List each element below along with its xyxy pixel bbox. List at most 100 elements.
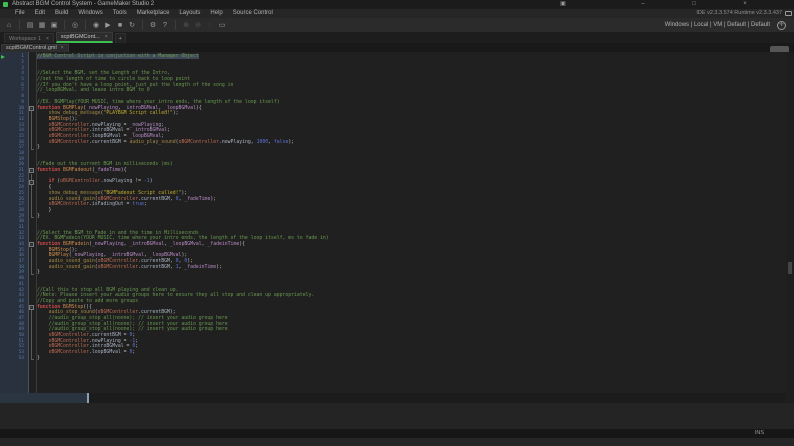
menu-item-layouts[interactable]: Layouts — [174, 9, 205, 18]
code-line[interactable]: 33 //EX. BGMFadein(YOUR MUSIC, time where… — [0, 236, 786, 242]
line-number[interactable]: 17 — [0, 145, 26, 150]
debug-icon[interactable]: ◉ — [91, 20, 102, 31]
code-line[interactable]: 39} — [0, 270, 786, 276]
line-number[interactable]: 34 — [0, 242, 26, 247]
line-number[interactable]: 25 — [0, 191, 26, 196]
workspace-tab-scptbgmcont-[interactable]: scptBGMCont... × — [55, 32, 113, 43]
home-icon[interactable]: ⌂ — [4, 20, 15, 31]
line-number[interactable]: 16 — [0, 140, 26, 145]
line-number[interactable]: 53 — [0, 350, 26, 355]
horizontal-scrollbar[interactable] — [0, 393, 786, 403]
code-line[interactable]: 9 //EX. BGMPlay(YOUR MUSIC, time where yo… — [0, 100, 786, 106]
fold-toggle-icon[interactable]: − — [29, 168, 34, 174]
line-number[interactable]: 9 — [0, 100, 26, 105]
line-number[interactable]: 39 — [0, 270, 26, 275]
layout-icon[interactable]: ▣ — [556, 0, 570, 9]
code-line[interactable]: 43 //Note: Please insert your audio group… — [0, 293, 786, 299]
new-project-icon[interactable]: ▤ — [25, 20, 36, 31]
clean-icon[interactable]: ↻ — [127, 20, 138, 31]
save-project-icon[interactable]: ▣ — [49, 20, 60, 31]
run-icon[interactable]: ▶ — [103, 20, 114, 31]
document-tab-scptbgmcontrol-gml[interactable]: scptBGMControl.gml × — [1, 43, 69, 52]
stop-icon[interactable]: ■ — [115, 20, 126, 31]
workspace-tab-workspace-1[interactable]: Workspace 1 × — [4, 33, 54, 43]
line-number[interactable]: 32 — [0, 231, 26, 236]
code-line[interactable]: 49 //audio_group_stop_all(noone); // ins… — [0, 327, 786, 333]
zoom-out-icon[interactable]: ⊖ — [193, 20, 204, 31]
line-number[interactable]: 30 — [0, 219, 26, 224]
code-editor[interactable]: 1//BGM Control Script in conjuction with… — [0, 52, 786, 393]
line-number[interactable]: 15 — [0, 134, 26, 139]
line-number[interactable]: 36 — [0, 253, 26, 258]
line-number[interactable]: 33 — [0, 236, 26, 241]
code-line[interactable]: 12 BGMStop(); — [0, 117, 786, 123]
line-number[interactable]: 35 — [0, 248, 26, 253]
minimize-button[interactable]: – — [636, 0, 650, 9]
menu-item-marketplace[interactable]: Marketplace — [132, 9, 175, 18]
line-number[interactable]: 50 — [0, 333, 26, 338]
code-line[interactable]: 25 show_debug_message("BGMFadeout Script… — [0, 191, 786, 197]
close-icon[interactable]: × — [46, 36, 49, 42]
laptop-mode-icon[interactable]: ▭ — [217, 20, 228, 31]
line-number[interactable]: 23 — [0, 179, 26, 184]
line-number[interactable]: 8 — [0, 94, 26, 99]
code-line[interactable]: 27 oBGMController.isFadingOut = true; — [0, 202, 786, 208]
code-line[interactable]: 34 function BGMFadein(_nowPlaying, _intro… — [0, 242, 786, 248]
vertical-scrollbar-thumb[interactable] — [788, 262, 792, 274]
menu-item-file[interactable]: File — [10, 9, 30, 18]
line-number[interactable]: 51 — [0, 339, 26, 344]
target-manager-icon[interactable]: ✛ — [777, 20, 786, 30]
fold-toggle-icon[interactable]: − — [29, 305, 34, 311]
line-number[interactable]: 54 — [0, 356, 26, 361]
line-number[interactable]: 40 — [0, 276, 26, 281]
line-number[interactable]: 21 — [0, 168, 26, 173]
feedback-icon[interactable] — [785, 10, 792, 16]
line-number[interactable]: 49 — [0, 327, 26, 332]
line-number[interactable]: 10 — [0, 106, 26, 111]
line-number[interactable]: 48 — [0, 322, 26, 327]
line-number[interactable]: 43 — [0, 293, 26, 298]
menu-item-source-control[interactable]: Source Control — [228, 9, 278, 18]
code-line[interactable]: 16 oBGMController.currentBGM = audio_pla… — [0, 139, 786, 145]
code-line[interactable]: 46 audio_stop_sound(oBGMController.curre… — [0, 310, 786, 316]
close-button[interactable]: × — [738, 0, 752, 9]
line-number[interactable]: 29 — [0, 214, 26, 219]
code-line[interactable]: 36 BGMPlay(_nowPlaying, _introBGMval, _l… — [0, 253, 786, 259]
code-line[interactable]: 1//BGM Control Script in conjuction with… — [0, 54, 786, 60]
line-number[interactable]: 31 — [0, 225, 26, 230]
line-number[interactable]: 26 — [0, 197, 26, 202]
menu-item-help[interactable]: Help — [205, 9, 227, 18]
line-number[interactable]: 28 — [0, 208, 26, 213]
line-number[interactable]: 12 — [0, 117, 26, 122]
build-target-text[interactable]: Windows | Local | VM | Default | Default — [665, 18, 770, 32]
line-number[interactable]: 7 — [0, 88, 26, 93]
close-icon[interactable]: × — [61, 45, 64, 51]
code-line[interactable]: 23 if (oBGMController.nowPlaying != -1) — [0, 179, 786, 185]
game-options-icon[interactable]: ⚙ — [148, 20, 159, 31]
close-icon[interactable]: × — [105, 34, 108, 40]
line-number[interactable]: 52 — [0, 344, 26, 349]
line-number[interactable]: 20 — [0, 162, 26, 167]
line-number[interactable]: 46 — [0, 310, 26, 315]
add-workspace-button[interactable]: + — [114, 33, 126, 43]
line-number[interactable]: 19 — [0, 157, 26, 162]
line-number[interactable]: 13 — [0, 123, 26, 128]
code-line[interactable]: 28 } — [0, 208, 786, 214]
code-line[interactable]: 14 oBGMController.introBGMval = _introBG… — [0, 128, 786, 134]
line-number[interactable]: 44 — [0, 299, 26, 304]
line-number[interactable]: 5 — [0, 77, 26, 82]
help-icon[interactable]: ? — [160, 20, 171, 31]
line-number[interactable]: 18 — [0, 151, 26, 156]
line-number[interactable]: 41 — [0, 282, 26, 287]
code-line[interactable]: 53 oBGMController.loopBGMval = 0; — [0, 350, 786, 356]
code-line[interactable]: 5 //set the length of time to circle back… — [0, 77, 786, 83]
code-line[interactable]: 44 //Copy and paste to add more groups — [0, 299, 786, 305]
vertical-scrollbar[interactable] — [786, 52, 794, 403]
line-number[interactable]: 37 — [0, 259, 26, 264]
line-number[interactable]: 11 — [0, 111, 26, 116]
code-line[interactable]: 47 //audio_group_stop_all(noone); // ins… — [0, 316, 786, 322]
create-executable-icon[interactable]: ◎ — [70, 20, 81, 31]
menu-item-tools[interactable]: Tools — [108, 9, 132, 18]
fold-toggle-icon[interactable]: − — [29, 179, 34, 185]
code-line[interactable]: 29} — [0, 213, 786, 219]
